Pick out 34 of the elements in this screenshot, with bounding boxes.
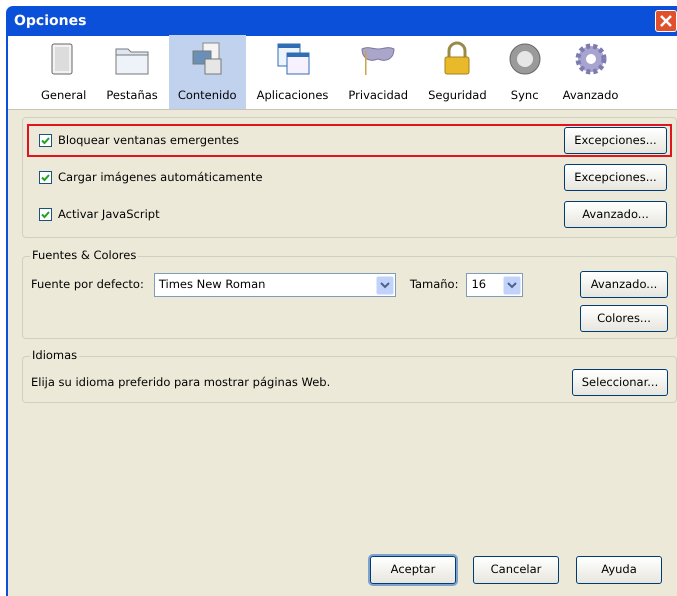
toolbar-tab[interactable]: Avanzado xyxy=(554,35,628,109)
checkbox[interactable] xyxy=(39,171,52,184)
select-button[interactable]: Seleccionar... xyxy=(572,369,668,396)
windows-icon xyxy=(274,41,310,77)
options-button[interactable]: Excepciones... xyxy=(564,127,667,154)
checkbox-label: Activar JavaScript xyxy=(58,206,160,223)
help-button[interactable]: Ayuda xyxy=(576,556,662,584)
gear-icon xyxy=(572,41,609,77)
options-button[interactable]: Excepciones... xyxy=(564,164,667,191)
close-icon xyxy=(660,15,672,27)
language-description: Elija su idioma preferido para mostrar páginas Web. xyxy=(31,374,330,391)
font-label: Fuente por defecto: xyxy=(31,276,144,294)
toolbar-tab[interactable]: General xyxy=(32,35,96,109)
size-dropdown[interactable]: 16 xyxy=(466,273,524,297)
checkbox[interactable] xyxy=(39,208,52,221)
toolbar-tab[interactable]: Pestañas xyxy=(97,35,167,109)
advanced-button[interactable]: Avanzado... xyxy=(580,271,668,298)
toolbar-tab[interactable]: Privacidad xyxy=(339,35,418,109)
options-button[interactable]: Avanzado... xyxy=(564,201,667,228)
toolbar-tab[interactable]: Aplicaciones xyxy=(248,35,338,109)
toolbar-tab[interactable]: Seguridad xyxy=(419,35,496,109)
checkbox-label: Bloquear ventanas emergentes xyxy=(58,132,240,149)
checkbox-label: Cargar imágenes automáticamente xyxy=(58,168,263,186)
window-title: Opciones xyxy=(14,12,86,30)
sync-icon xyxy=(506,41,543,77)
cancel-button[interactable]: Cancelar xyxy=(473,556,559,584)
accept-button[interactable]: Aceptar xyxy=(370,556,456,584)
toolbar-tab[interactable]: Contenido xyxy=(168,35,246,109)
close-button[interactable] xyxy=(655,10,677,32)
checkbox[interactable] xyxy=(39,134,52,147)
font-dropdown[interactable]: Times New Roman xyxy=(154,273,396,297)
toolbar-tab[interactable]: Sync xyxy=(498,35,552,109)
size-label: Tamaño: xyxy=(410,276,458,294)
colors-button[interactable]: Colores... xyxy=(580,305,668,332)
